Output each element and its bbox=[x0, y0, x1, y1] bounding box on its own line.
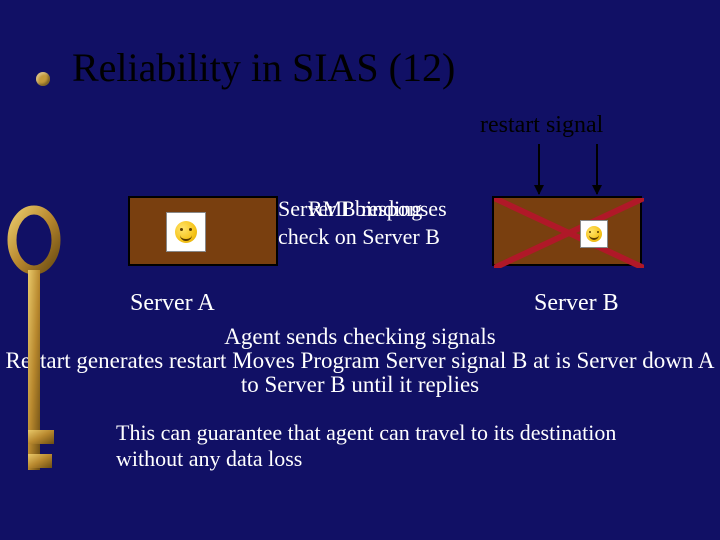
footer-line-1: This can guarantee that agent can travel… bbox=[116, 420, 616, 446]
arrow-down-icon bbox=[538, 144, 540, 194]
center-line-1: Agent sends checking signals bbox=[0, 324, 720, 350]
arrow-down-icon bbox=[596, 144, 598, 194]
center-line-3: to Server B until it replies bbox=[0, 372, 720, 398]
server-a-box bbox=[128, 196, 278, 266]
server-b-label: Server B bbox=[534, 290, 619, 317]
agent-box-b bbox=[580, 220, 608, 248]
server-a-label: Server A bbox=[130, 290, 215, 317]
server-b-box bbox=[492, 196, 642, 266]
agent-box-a bbox=[166, 212, 206, 252]
restart-signal-label: restart signal bbox=[480, 112, 603, 139]
footer-line-2: without any data loss bbox=[116, 446, 302, 472]
bullet-icon bbox=[36, 72, 50, 86]
slide-title: Reliability in SIAS (12) bbox=[72, 44, 455, 91]
midline-1b: RMI binding bbox=[308, 196, 422, 222]
center-line-2: Restart generates restart Moves Program … bbox=[0, 348, 720, 374]
midline-2: check on Server B bbox=[278, 224, 440, 250]
cross-icon bbox=[494, 198, 644, 268]
smiley-icon bbox=[175, 221, 197, 243]
smiley-icon bbox=[586, 226, 602, 242]
slide: Reliability in SIAS (12) restart signal … bbox=[0, 0, 720, 540]
